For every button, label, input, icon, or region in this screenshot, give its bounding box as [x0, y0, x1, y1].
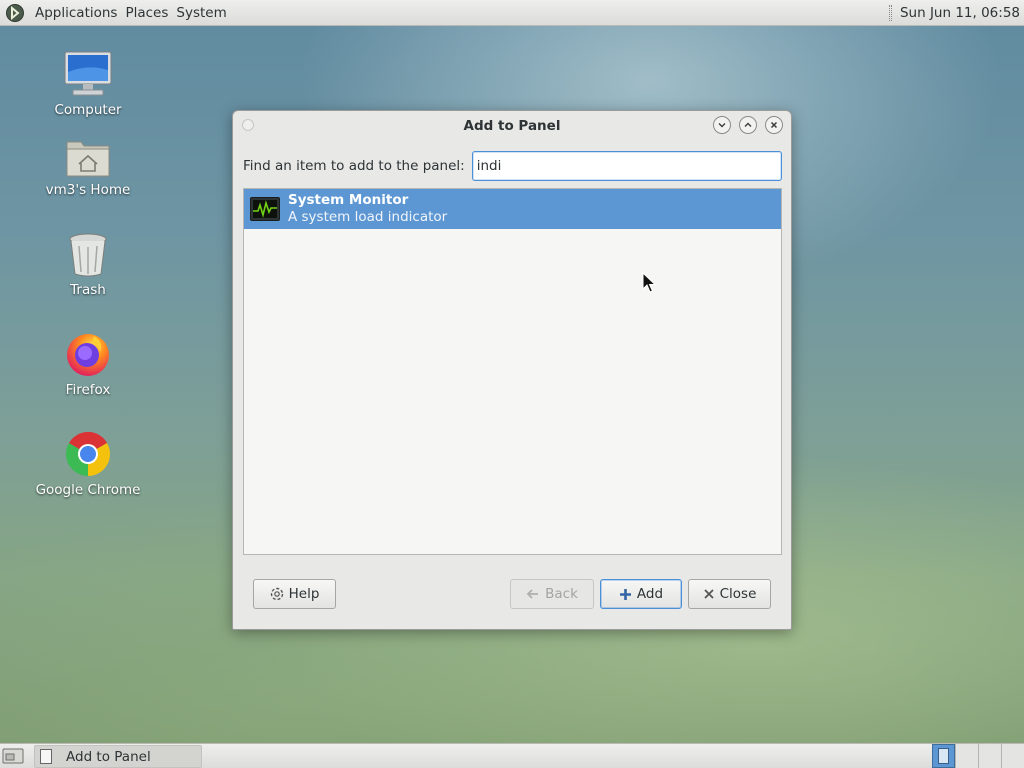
list-item-system-monitor[interactable]: System Monitor A system load indicator: [244, 189, 781, 229]
result-name: System Monitor: [288, 192, 409, 208]
desktop-icon-label: Computer: [54, 102, 122, 118]
window-menu-icon[interactable]: [242, 119, 254, 131]
firefox-icon: [63, 328, 113, 378]
workspace-switcher: [932, 744, 1024, 768]
desktop-icon-trash[interactable]: Trash: [28, 228, 148, 298]
applications-menu[interactable]: Applications: [31, 5, 121, 21]
dialog-titlebar[interactable]: Add to Panel: [233, 111, 791, 141]
home-folder-icon: [63, 128, 113, 178]
dialog-title: Add to Panel: [463, 118, 561, 134]
help-label: Help: [288, 586, 320, 602]
back-label: Back: [545, 586, 578, 602]
minimize-button[interactable]: [713, 116, 731, 134]
desktop-icon-label: Google Chrome: [35, 482, 141, 498]
workspace-4[interactable]: [1001, 744, 1024, 768]
close-window-button[interactable]: [765, 116, 783, 134]
taskbar-item-label: Add to Panel: [66, 748, 151, 765]
workspace-3[interactable]: [978, 744, 1001, 768]
top-panel: Applications Places System Sun Jun 11, 0…: [0, 0, 1024, 26]
add-to-panel-dialog: Add to Panel Find an item to add to the …: [232, 110, 792, 630]
gnome-foot-logo-icon[interactable]: [5, 3, 25, 23]
show-desktop-icon[interactable]: [2, 747, 24, 765]
close-label: Close: [719, 586, 757, 602]
find-label: Find an item to add to the panel:: [243, 158, 465, 174]
places-menu[interactable]: Places: [121, 5, 172, 21]
close-button[interactable]: Close: [688, 579, 771, 609]
plus-icon: [619, 588, 631, 600]
results-list[interactable]: System Monitor A system load indicator: [243, 188, 782, 555]
system-monitor-icon: [250, 197, 280, 221]
window-icon: [40, 749, 52, 764]
close-icon: [703, 589, 714, 599]
workspace-1[interactable]: [932, 744, 955, 768]
trash-icon: [63, 228, 113, 278]
desktop-icon-label: Trash: [70, 282, 106, 298]
panel-handle[interactable]: [888, 4, 892, 21]
find-row: Find an item to add to the panel:: [243, 151, 782, 181]
desktop-icon-label: vm3's Home: [45, 182, 131, 198]
result-description: A system load indicator: [288, 209, 448, 225]
desktop-icon-computer[interactable]: Computer: [28, 48, 148, 118]
bottom-panel: Add to Panel: [0, 743, 1024, 768]
help-icon: [270, 587, 283, 601]
add-button[interactable]: Add: [600, 579, 682, 609]
chevron-down-icon: [718, 123, 726, 128]
system-menu[interactable]: System: [172, 5, 230, 21]
desktop-icon-label: Firefox: [65, 382, 111, 398]
maximize-button[interactable]: [739, 116, 757, 134]
workspace-2[interactable]: [955, 744, 978, 768]
help-button[interactable]: Help: [253, 579, 336, 609]
search-input[interactable]: [471, 151, 782, 181]
desktop-icon-chrome[interactable]: Google Chrome: [28, 428, 148, 498]
clock[interactable]: Sun Jun 11, 06:58: [900, 5, 1020, 21]
taskbar-item-add-to-panel[interactable]: Add to Panel: [34, 745, 202, 768]
close-icon: [770, 121, 778, 129]
chrome-icon: [63, 428, 113, 478]
mouse-cursor-icon: [642, 272, 656, 293]
add-label: Add: [636, 586, 664, 602]
chevron-up-icon: [744, 122, 752, 127]
computer-icon: [63, 48, 113, 98]
desktop-icon-firefox[interactable]: Firefox: [28, 328, 148, 398]
back-button[interactable]: Back: [510, 579, 594, 609]
back-arrow-icon: [526, 589, 539, 599]
desktop-icon-home[interactable]: vm3's Home: [28, 128, 148, 198]
